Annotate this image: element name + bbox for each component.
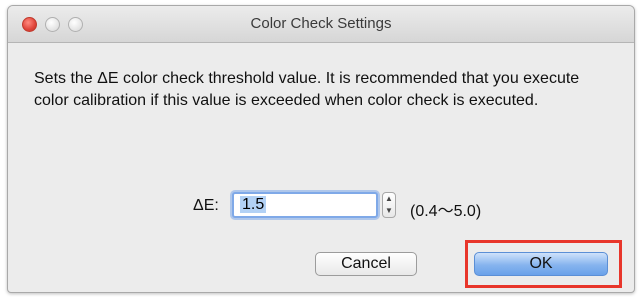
title-bar: Color Check Settings	[8, 6, 634, 43]
range-hint: (0.4～5.0)	[410, 203, 482, 220]
description-text: Sets the ΔE color check threshold value.…	[34, 70, 580, 109]
dialog-window: Color Check Settings Sets the ΔE color c…	[7, 5, 635, 293]
cancel-button[interactable]: Cancel	[315, 252, 417, 276]
window-title: Color Check Settings	[250, 15, 392, 32]
stepper-up-icon[interactable]: ▲	[383, 193, 395, 205]
delta-e-value: 1.5	[240, 196, 267, 213]
threshold-row: ΔE: 1.5 ▲ ▼ (0.4～5.0)	[8, 192, 634, 222]
delta-e-label: ΔE:	[193, 197, 219, 214]
delta-e-stepper[interactable]: ▲ ▼	[382, 192, 396, 218]
stepper-down-icon[interactable]: ▼	[383, 205, 395, 217]
ok-button[interactable]: OK	[474, 252, 608, 276]
delta-e-input[interactable]: 1.5	[232, 192, 378, 218]
